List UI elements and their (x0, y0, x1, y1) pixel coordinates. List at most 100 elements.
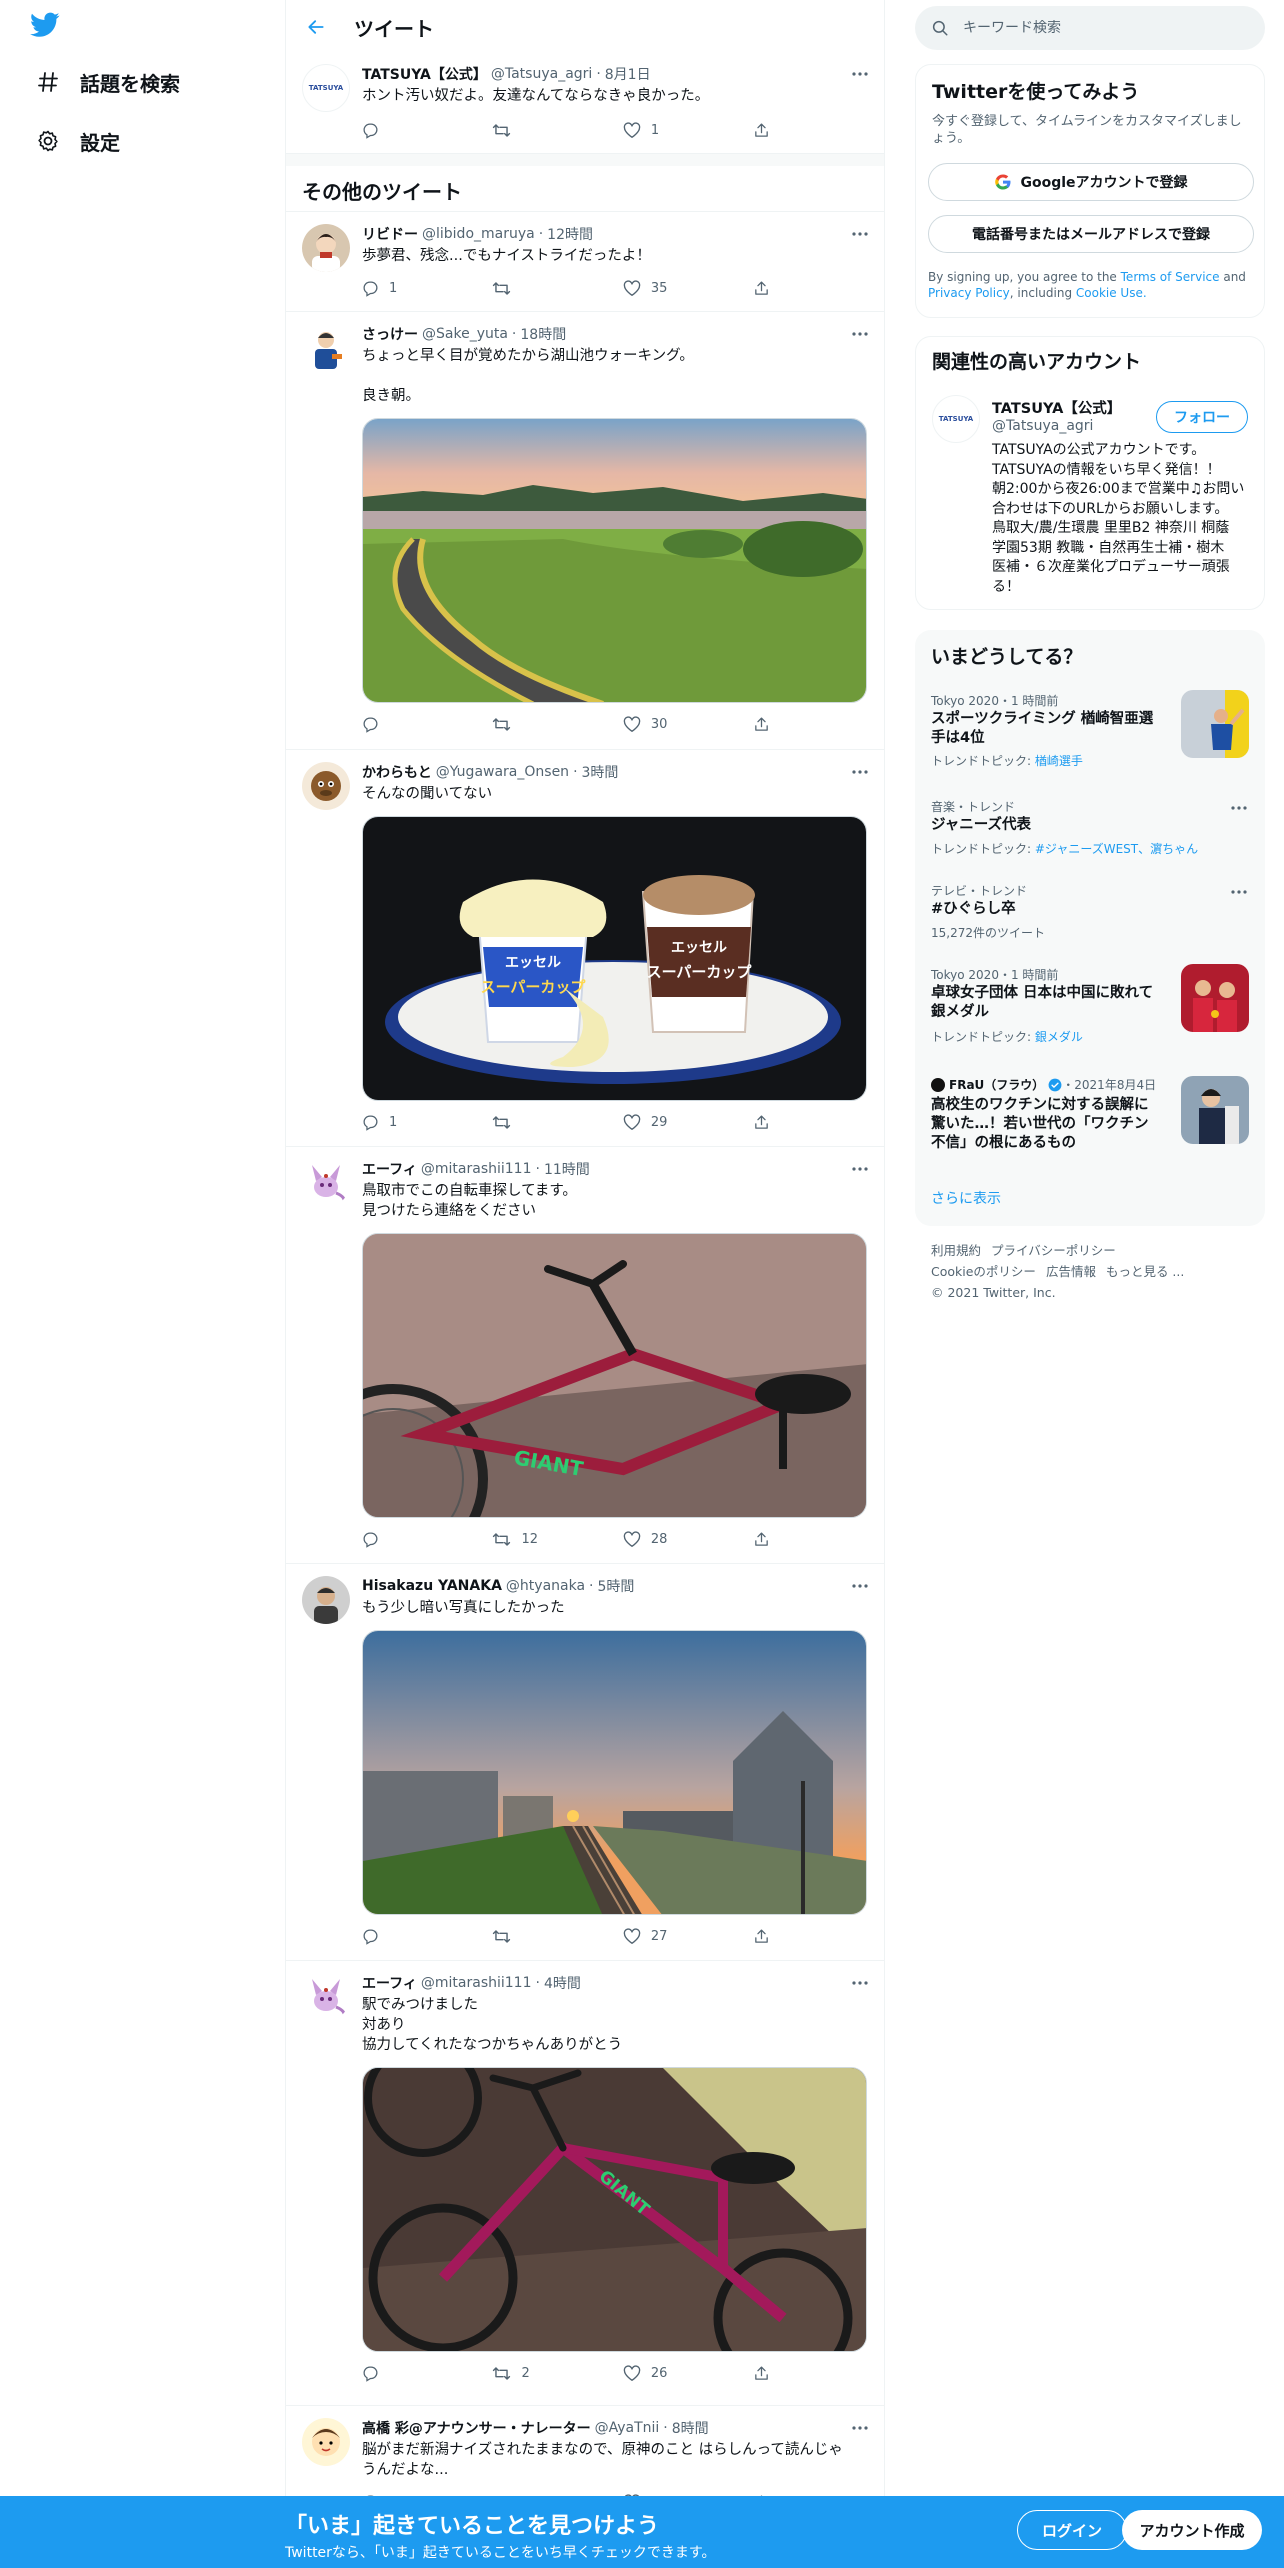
reply-button[interactable] (362, 712, 492, 736)
tweet[interactable]: Hisakazu YANAKA @htyanaka · 5時間 もう少し暗い写真… (286, 1564, 884, 1961)
tweet-photo[interactable]: GIANT (362, 1233, 867, 1518)
tweet-time[interactable]: 11時間 (544, 1159, 590, 1179)
tweet-time[interactable]: 3時間 (582, 762, 619, 782)
tweet-photo[interactable] (362, 1630, 867, 1915)
trend-thumbnail[interactable] (1181, 964, 1249, 1032)
more-icon[interactable] (848, 64, 872, 84)
signup-button[interactable]: アカウント作成 (1122, 2510, 1262, 2550)
share-button[interactable] (753, 2361, 792, 2385)
tweet-time[interactable]: 8時間 (672, 2418, 709, 2438)
more-icon[interactable] (848, 224, 872, 244)
retweet-button[interactable] (492, 1924, 622, 1948)
avatar[interactable] (302, 1159, 350, 1207)
more-icon[interactable] (1229, 882, 1249, 902)
trend-item[interactable]: FRaU（フラウ） ・2021年8月4日 高校生のワクチンに対する誤解に驚いた…… (915, 1076, 1265, 1166)
tweet-author-handle[interactable]: @htyanaka (506, 1578, 585, 1594)
tweet-author-name[interactable]: エーフィ (362, 1973, 417, 1993)
like-button[interactable]: 29 (623, 1110, 753, 1134)
retweet-button[interactable] (492, 276, 622, 300)
reply-button[interactable]: 1 (362, 1110, 492, 1134)
share-button[interactable] (753, 118, 792, 142)
tweet-author-handle[interactable]: @Yugawara_Onsen (436, 764, 569, 780)
related-account-handle[interactable]: @Tatsuya_agri (992, 418, 1093, 434)
tweet-author-name[interactable]: TATSUYA【公式】 (362, 64, 487, 84)
reply-button[interactable] (362, 1527, 492, 1551)
share-button[interactable] (753, 1924, 792, 1948)
trend-thumbnail[interactable] (1181, 690, 1249, 758)
reply-button[interactable]: 1 (362, 276, 492, 300)
like-button[interactable]: 1 (623, 118, 753, 142)
twitter-logo-icon[interactable] (30, 12, 66, 48)
avatar[interactable] (302, 2418, 350, 2466)
reply-button[interactable] (362, 1924, 492, 1948)
retweet-button[interactable] (492, 118, 622, 142)
trend-sub-link[interactable]: #ジャニーズWEST、濵ちゃん (1035, 842, 1198, 856)
tweet-author-handle[interactable]: @Sake_yuta (422, 326, 508, 342)
like-button[interactable]: 30 (623, 712, 753, 736)
trend-source-name[interactable]: FRaU（フラウ） (949, 1076, 1044, 1093)
trend-thumbnail[interactable] (1181, 1076, 1249, 1144)
more-icon[interactable] (848, 1973, 872, 1993)
terms-link[interactable]: Terms of Service (1121, 270, 1220, 284)
footer-link-privacy[interactable]: プライバシーポリシー (991, 1243, 1116, 1258)
tweet[interactable]: エーフィ @mitarashii111 · 11時間 鳥取市でこの自転車探してま… (286, 1147, 884, 1564)
nav-explore[interactable]: 話題を検索 (30, 62, 180, 102)
tweet-photo[interactable]: GIANT (362, 2067, 867, 2352)
trend-item[interactable]: テレビ・トレンド #ひぐらし卒 15,272件のツイート (915, 882, 1265, 942)
main-tweet[interactable]: TATSUYA TATSUYA【公式】 @Tatsuya_agri · 8月1日… (286, 54, 884, 154)
google-signup-button[interactable]: Googleアカウントで登録 (928, 163, 1254, 201)
more-icon[interactable] (848, 2418, 872, 2438)
tweet-author-name[interactable]: かわらもと (362, 762, 432, 782)
avatar[interactable] (302, 1576, 350, 1624)
like-button[interactable]: 26 (623, 2361, 753, 2385)
tweet-time[interactable]: 5時間 (598, 1576, 635, 1596)
retweet-button[interactable]: 2 (492, 2361, 622, 2385)
phone-email-signup-button[interactable]: 電話番号またはメールアドレスで登録 (928, 215, 1254, 253)
trend-item[interactable]: Tokyo 2020・1 時間前 スポーツクライミング 楢崎智亜選手は4位 トレ… (915, 688, 1265, 774)
tweet[interactable]: さっけー @Sake_yuta · 18時間 ちょっと早く目が覚めたから湖山池ウ… (286, 312, 884, 750)
tweet-photo[interactable] (362, 418, 867, 703)
tweet-time[interactable]: 18時間 (520, 324, 566, 344)
tweet-author-name[interactable]: エーフィ (362, 1159, 417, 1179)
retweet-button[interactable]: 12 (492, 1527, 622, 1551)
login-button[interactable]: ログイン (1017, 2510, 1127, 2550)
avatar[interactable]: TATSUYA (932, 395, 980, 443)
back-arrow-icon[interactable] (298, 9, 334, 45)
tweet-time[interactable]: 4時間 (544, 1973, 581, 1993)
like-button[interactable]: 28 (623, 1527, 753, 1551)
footer-link-more[interactable]: もっと見る ... (1106, 1264, 1184, 1279)
avatar[interactable] (302, 762, 350, 810)
tweet-author-handle[interactable]: @AyaTnii (595, 2420, 660, 2436)
footer-link-terms[interactable]: 利用規約 (931, 1243, 981, 1258)
tweet-author-handle[interactable]: @mitarashii111 (421, 1975, 532, 1991)
tweet-author-name[interactable]: さっけー (362, 324, 418, 344)
tweet-time[interactable]: 12時間 (547, 224, 593, 244)
follow-button[interactable]: フォロー (1156, 401, 1248, 433)
trend-item[interactable]: Tokyo 2020・1 時間前 卓球女子団体 日本は中国に敗れて銀メダル トレ… (915, 964, 1265, 1050)
avatar[interactable] (302, 224, 350, 272)
footer-link-cookie[interactable]: Cookieのポリシー (931, 1264, 1036, 1279)
search-box[interactable] (915, 6, 1265, 50)
footer-link-ads[interactable]: 広告情報 (1046, 1264, 1096, 1279)
tweet[interactable]: リビドー @libido_maruya · 12時間 歩夢君、残念...でもナイ… (286, 212, 884, 312)
reply-button[interactable] (362, 2361, 492, 2385)
nav-settings[interactable]: 設定 (30, 121, 120, 161)
tweet-author-name[interactable]: リビドー (362, 224, 418, 244)
more-icon[interactable] (848, 1159, 872, 1179)
tweet-author-name[interactable]: 高橋 彩@アナウンサー・ナレーター (362, 2418, 591, 2438)
share-button[interactable] (753, 1110, 792, 1134)
more-icon[interactable] (848, 1576, 872, 1596)
more-icon[interactable] (1229, 798, 1249, 818)
more-icon[interactable] (848, 324, 872, 344)
cookie-link[interactable]: Cookie Use. (1076, 286, 1147, 300)
tweet-photo[interactable]: エッセル スーパーカップ エッセル スーパーカップ (362, 816, 867, 1101)
share-button[interactable] (753, 1527, 792, 1551)
like-button[interactable]: 27 (623, 1924, 753, 1948)
show-more-link[interactable]: さらに表示 (931, 1188, 1001, 1208)
tweet[interactable]: エーフィ @mitarashii111 · 4時間 駅でみつけました 対あり 協… (286, 1961, 884, 2406)
tweet-author-handle[interactable]: @libido_maruya (422, 226, 535, 242)
avatar[interactable] (302, 324, 350, 372)
retweet-button[interactable] (492, 712, 622, 736)
avatar[interactable]: TATSUYA (302, 64, 350, 112)
search-input[interactable] (963, 20, 1243, 36)
